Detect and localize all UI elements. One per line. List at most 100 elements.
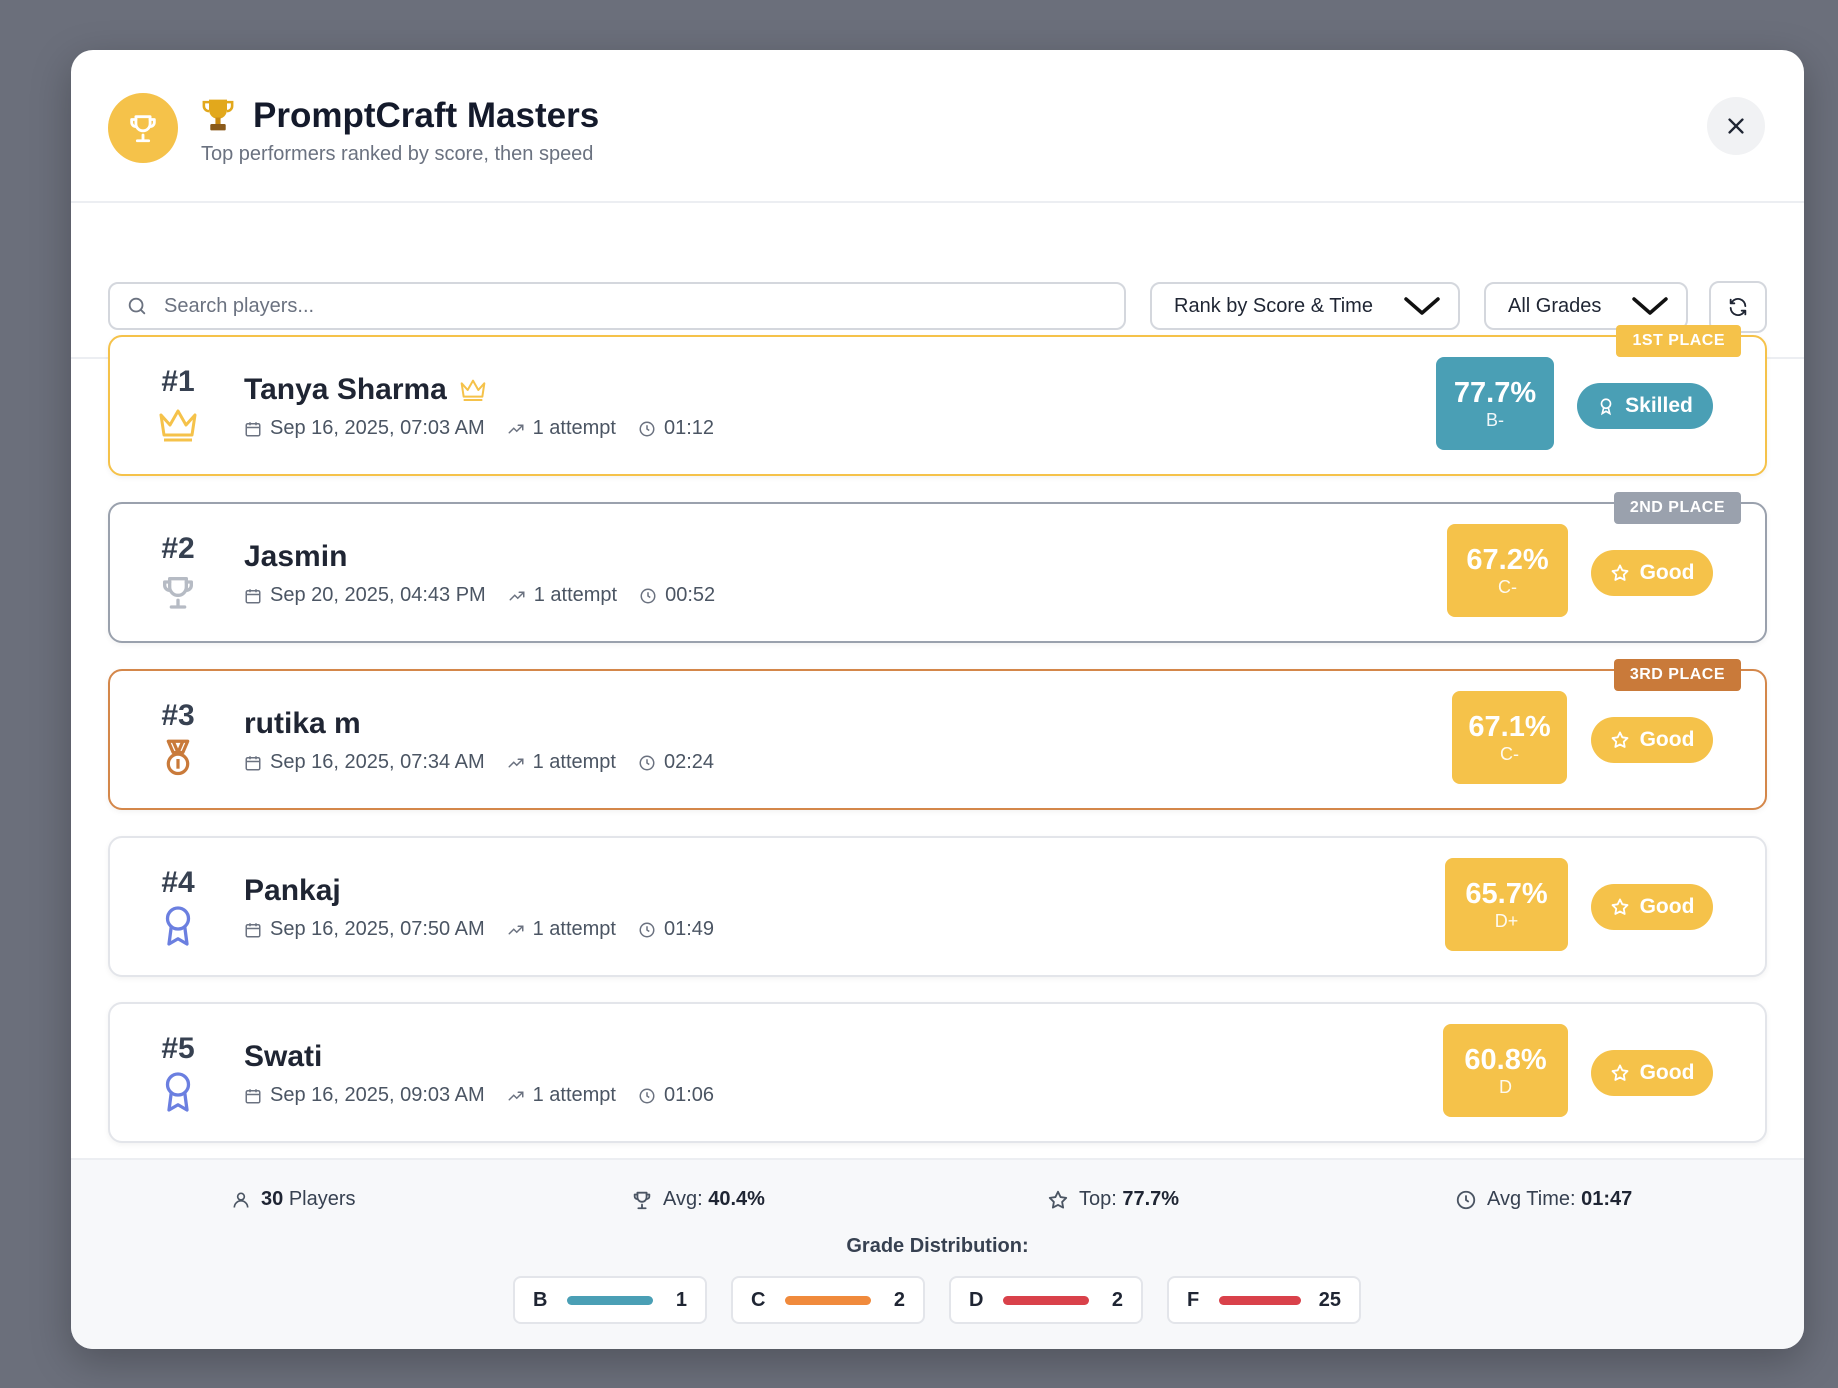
badge-pill[interactable]: Good <box>1591 550 1713 596</box>
clock-icon <box>1456 1190 1476 1209</box>
score-percent: 60.8% <box>1464 1043 1547 1076</box>
badge-pill[interactable]: Good <box>1591 717 1713 763</box>
badge-pill[interactable]: Good <box>1591 1050 1713 1096</box>
badge-label: Good <box>1639 728 1695 751</box>
player-name: Swati <box>244 1040 322 1074</box>
badge-pill[interactable]: Skilled <box>1577 383 1713 429</box>
time-text: 01:12 <box>664 417 715 439</box>
score-percent: 67.2% <box>1466 543 1549 576</box>
date-meta: Sep 20, 2025, 04:43 PM <box>244 584 486 607</box>
star-icon <box>1611 898 1628 915</box>
attempts-text: 1 attempt <box>532 1084 616 1106</box>
date-meta: Sep 16, 2025, 07:03 AM <box>244 417 485 440</box>
score-grade: B- <box>1486 409 1504 430</box>
trophy-icon <box>156 570 200 614</box>
chevron-down-icon <box>1404 297 1440 315</box>
rank-number: #3 <box>161 699 195 732</box>
badge-label: Good <box>1639 895 1695 918</box>
grade-count: 2 <box>1111 1288 1123 1311</box>
place-ribbon: 3RD PLACE <box>1613 659 1741 691</box>
sort-select[interactable]: Rank by Score & Time <box>1150 282 1460 330</box>
score-box: 67.1% C- <box>1452 691 1567 784</box>
badge-pill[interactable]: Good <box>1591 884 1713 930</box>
avg-time-value: 01:47 <box>1581 1188 1633 1210</box>
clock-icon <box>639 922 655 937</box>
star-icon <box>1611 731 1628 748</box>
star-icon <box>1611 564 1628 581</box>
score-box: 60.8% D <box>1443 1024 1568 1117</box>
trending-up-icon <box>508 1091 524 1100</box>
award-icon <box>1600 398 1612 416</box>
crown-icon <box>156 403 200 447</box>
grade-chip: F 25 <box>1167 1276 1361 1324</box>
leaderboard-row[interactable]: #4 Pankaj Sep 16, 2025, 07:50 AM 1 attem… <box>108 836 1767 977</box>
players-count: 30 <box>261 1188 284 1210</box>
grade-count: 2 <box>893 1288 905 1311</box>
rank-number: #4 <box>161 866 195 899</box>
player-meta: Sep 16, 2025, 07:34 AM 1 attempt 02:24 <box>244 751 736 774</box>
place-ribbon: 2ND PLACE <box>1613 492 1741 524</box>
player-name-text: rutika m <box>244 707 361 740</box>
trending-up-icon <box>509 591 525 600</box>
clock-icon <box>639 1088 655 1103</box>
top-value: 77.7% <box>1122 1188 1180 1210</box>
score-grade: D+ <box>1494 910 1519 931</box>
player-meta: Sep 16, 2025, 09:03 AM 1 attempt 01:06 <box>244 1084 736 1107</box>
time-meta: 01:49 <box>638 918 714 941</box>
award-ribbon-icon <box>156 904 200 948</box>
stats-footer: 30 Players Avg: 40.4% Top: 77.7% Avg Tim… <box>71 1158 1804 1349</box>
leaderboard-row[interactable]: #5 Swati Sep 16, 2025, 09:03 AM 1 attemp… <box>108 1002 1767 1143</box>
score-box: 67.2% C- <box>1447 524 1568 617</box>
leaderboard-modal: PromptCraft Masters Top performers ranke… <box>71 50 1804 1349</box>
grade-chip: D 2 <box>949 1276 1143 1324</box>
refresh-icon <box>1729 298 1747 316</box>
grade-chip: C 2 <box>731 1276 925 1324</box>
search-input[interactable] <box>164 294 1064 318</box>
leaderboard-row[interactable]: 2ND PLACE #2 Jasmin Sep 20, 2025, 04:43 … <box>108 492 1767 643</box>
date-text: Sep 20, 2025, 04:43 PM <box>270 584 486 606</box>
time-meta: 02:24 <box>638 751 714 774</box>
trending-up-icon <box>508 758 524 767</box>
player-name: rutika m <box>244 707 361 741</box>
grade-bar <box>785 1295 872 1305</box>
attempts-meta: 1 attempt <box>507 1084 616 1107</box>
time-text: 00:52 <box>665 584 716 606</box>
close-icon <box>1728 118 1744 134</box>
top-stat: Top: 77.7% <box>1047 1188 1179 1211</box>
calendar-icon <box>245 1088 261 1103</box>
score-percent: 65.7% <box>1465 877 1548 910</box>
close-button[interactable] <box>1707 97 1765 155</box>
modal-subtitle: Top performers ranked by score, then spe… <box>201 143 594 165</box>
date-meta: Sep 16, 2025, 07:34 AM <box>244 751 485 774</box>
score-box: 65.7% D+ <box>1445 858 1568 951</box>
leaderboard-row[interactable]: 1ST PLACE #1 Tanya Sharma Sep 16, 2025, … <box>108 325 1767 476</box>
player-meta: Sep 16, 2025, 07:03 AM 1 attempt 01:12 <box>244 417 736 440</box>
attempts-text: 1 attempt <box>532 417 616 439</box>
player-name: Jasmin <box>244 540 347 574</box>
players-label: Players <box>288 1188 356 1210</box>
grade-filter-select[interactable]: All Grades <box>1484 282 1688 330</box>
attempts-text: 1 attempt <box>533 584 618 606</box>
grade-chip: B 1 <box>513 1276 707 1324</box>
badge-label: Skilled <box>1625 394 1693 417</box>
score-grade: C- <box>1500 743 1519 764</box>
time-text: 02:24 <box>664 751 715 773</box>
leaderboard-row[interactable]: 3RD PLACE #3 rutika m Sep 16, 2025, 07:3… <box>108 659 1767 810</box>
player-name: Pankaj <box>244 874 341 908</box>
score-percent: 67.1% <box>1468 710 1551 743</box>
grade-count: 1 <box>675 1288 687 1311</box>
time-text: 01:06 <box>664 1084 715 1106</box>
search-box[interactable] <box>108 282 1126 330</box>
badge-label: Good <box>1639 1061 1695 1084</box>
trophy-badge <box>108 93 178 163</box>
attempts-meta: 1 attempt <box>507 417 616 440</box>
grade-count: 25 <box>1318 1288 1341 1311</box>
avg-label: Avg: <box>663 1188 703 1210</box>
attempts-meta: 1 attempt <box>507 751 616 774</box>
date-text: Sep 16, 2025, 09:03 AM <box>270 1084 485 1106</box>
crown-icon <box>459 378 487 402</box>
grade-bar <box>1219 1295 1301 1305</box>
clock-icon <box>640 588 656 603</box>
player-meta: Sep 16, 2025, 07:50 AM 1 attempt 01:49 <box>244 918 736 941</box>
grade-bar <box>1003 1295 1090 1305</box>
